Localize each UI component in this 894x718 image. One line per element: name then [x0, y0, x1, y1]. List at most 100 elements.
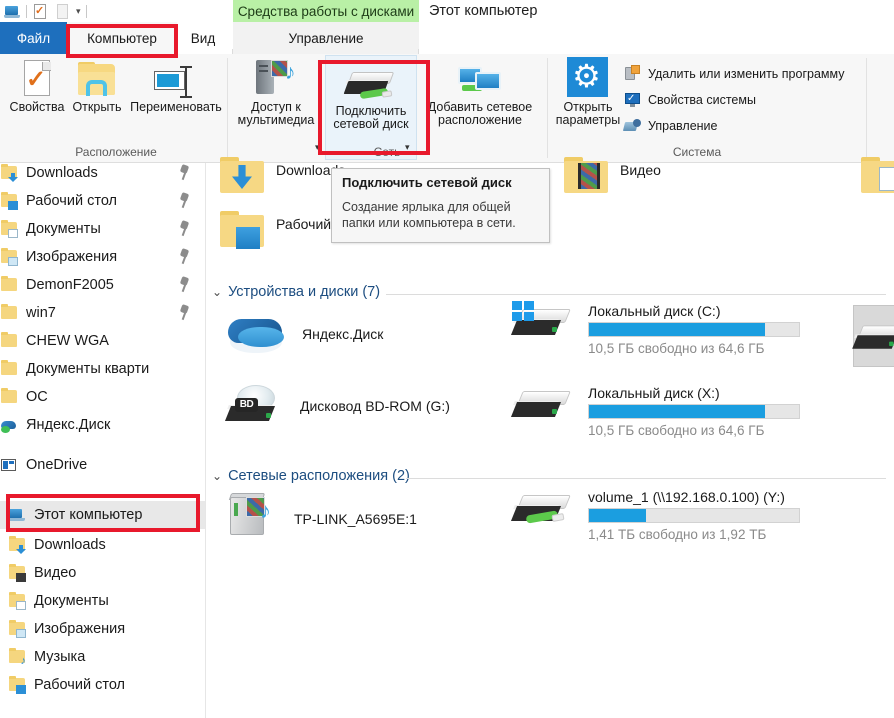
rename-button-label: Переименовать: [130, 100, 222, 114]
sidebar-item-downloads[interactable]: Downloads: [0, 531, 205, 559]
new-folder-icon[interactable]: [54, 3, 71, 20]
drive-name-label: Локальный диск (X:): [588, 385, 720, 401]
media-streaming-label-2: мультимедиа: [237, 113, 315, 127]
ribbon-group-divider: [227, 58, 228, 158]
properties-button[interactable]: ✓ Свойства: [6, 56, 68, 114]
drive-tile-yandex-disk[interactable]: Яндекс.Диск: [226, 313, 383, 357]
sidebar-label: Яндекс.Диск: [26, 417, 111, 433]
tab-computer[interactable]: Компьютер: [67, 22, 177, 54]
sidebar-item-desktop[interactable]: Рабочий стол: [0, 671, 205, 699]
windows-drive-icon: [510, 301, 574, 343]
documents-folder-icon: [8, 592, 26, 610]
sidebar-item-chew-wga[interactable]: CHEW WGA: [0, 327, 205, 355]
pin-icon[interactable]: [178, 192, 191, 209]
sidebar-item-videos[interactable]: Видео: [0, 559, 205, 587]
customize-caret-icon[interactable]: ▾: [76, 3, 81, 20]
pictures-folder-icon: [8, 620, 26, 638]
sidebar-item-documents[interactable]: Документы: [0, 587, 205, 615]
desktop-folder-icon: [0, 192, 18, 210]
media-streaming-button[interactable]: ♪ Доступ к мультимедиа: [232, 56, 320, 127]
open-button[interactable]: Открыть: [66, 56, 128, 114]
drive-usage-bar: [588, 404, 800, 419]
yandex-disk-icon: [0, 416, 18, 434]
sidebar-item-this-pc[interactable]: Этот компьютер: [0, 501, 205, 529]
sidebar-item-demonf2005[interactable]: DemonF2005: [0, 271, 205, 299]
pin-icon[interactable]: [178, 304, 191, 321]
content-item-videos[interactable]: Видео: [564, 157, 661, 195]
sidebar-label: DemonF2005: [26, 277, 114, 293]
sidebar-item-dokumenty-kvarti[interactable]: Документы кварти: [0, 355, 205, 383]
drive-free-space-label: 1,41 ТБ свободно из 1,92 ТБ: [588, 527, 767, 542]
network-tile-tplink[interactable]: ♪ TP-LINK_A5695E:1: [224, 491, 417, 541]
pin-icon[interactable]: [178, 220, 191, 237]
sidebar-item-onedrive[interactable]: OneDrive: [0, 451, 205, 479]
pin-icon[interactable]: [178, 276, 191, 293]
group-header-devices[interactable]: ⌄ Устройства и диски (7): [212, 284, 380, 300]
uninstall-program-label: Удалить или изменить программу: [648, 66, 845, 81]
sidebar-label: Downloads: [34, 537, 106, 553]
open-settings-button[interactable]: ⚙ Открыть параметры: [552, 56, 624, 127]
computer-management-item[interactable]: Управление: [622, 117, 718, 134]
group-header-label: Сетевые расположения (2): [228, 468, 410, 484]
sidebar-item-documents-qa[interactable]: Документы: [0, 215, 205, 243]
media-streaming-icon: ♪: [254, 58, 298, 98]
sidebar-item-pictures[interactable]: Изображения: [0, 615, 205, 643]
pictures-folder-icon: [0, 248, 18, 266]
chevron-down-icon[interactable]: ⌄: [212, 285, 222, 299]
sidebar-label: Изображения: [34, 621, 126, 637]
computer-management-icon: [622, 117, 641, 134]
group-rule: [386, 294, 886, 295]
drive-tile-local-c[interactable]: Локальный диск (C:) 10,5 ГБ свободно из …: [510, 301, 800, 356]
drive-tile-label: Яндекс.Диск: [302, 326, 384, 342]
content-item-label: Видео: [620, 162, 661, 178]
downloads-folder-icon: [220, 157, 266, 195]
open-settings-label-2: параметры: [555, 113, 621, 127]
add-network-location-button[interactable]: Добавить сетевое расположение: [419, 56, 541, 127]
folder-icon: [0, 304, 18, 322]
chevron-down-icon[interactable]: ⌄: [212, 469, 222, 483]
sidebar-label: Музыка: [34, 649, 86, 665]
bd-badge-label: BD: [235, 398, 258, 412]
rename-icon: [154, 66, 198, 98]
drive-tile-local-x[interactable]: Локальный диск (X:) 10,5 ГБ свободно из …: [510, 385, 800, 438]
tab-view[interactable]: Вид: [177, 22, 229, 54]
system-properties-item[interactable]: ✓ Свойства системы: [624, 91, 756, 108]
sidebar-label: ОС: [26, 389, 48, 405]
local-drive-icon: [510, 385, 574, 425]
documents-folder-icon: [861, 157, 894, 195]
contextual-tool-header: Средства работы с дисками: [233, 0, 419, 22]
sidebar-label: Изображения: [26, 249, 118, 265]
sidebar-item-yandex-disk[interactable]: Яндекс.Диск: [0, 411, 205, 439]
tab-manage[interactable]: Управление: [233, 22, 419, 54]
sidebar-item-pictures-qa[interactable]: Изображения: [0, 243, 205, 271]
sidebar-item-win7[interactable]: win7: [0, 299, 205, 327]
desktop-folder-icon: [8, 676, 26, 694]
this-pc-icon: [8, 506, 26, 524]
rename-button[interactable]: Переименовать: [126, 56, 226, 114]
computer-icon[interactable]: [4, 3, 21, 20]
drive-tile-selected-partial[interactable]: [852, 305, 894, 367]
sidebar-item-desktop-qa[interactable]: Рабочий стол: [0, 187, 205, 215]
sidebar-item-music[interactable]: ♪ Музыка: [0, 643, 205, 671]
onedrive-icon: [0, 456, 18, 474]
drive-tile-bd-rom[interactable]: BD Дисковод BD-ROM (G:): [224, 385, 450, 429]
pin-icon[interactable]: [178, 164, 191, 181]
uninstall-program-icon: [624, 65, 641, 82]
drive-free-space-label: 10,5 ГБ свободно из 64,6 ГБ: [588, 341, 765, 356]
network-tile-volume1[interactable]: volume_1 (\\192.168.0.100) (Y:) 1,41 ТБ …: [510, 489, 800, 542]
sidebar-item-os[interactable]: ОС: [0, 383, 205, 411]
properties-button-label: Свойства: [9, 100, 65, 114]
group-header-network[interactable]: ⌄ Сетевые расположения (2): [212, 468, 410, 484]
open-button-label: Открыть: [72, 100, 122, 114]
uninstall-program-item[interactable]: Удалить или изменить программу: [624, 65, 845, 82]
videos-folder-icon: [564, 157, 610, 195]
properties-check-icon[interactable]: ✓: [32, 3, 49, 20]
content-item-documents-partial[interactable]: [861, 157, 894, 195]
sidebar-item-downloads-qa[interactable]: Downloads: [0, 159, 205, 187]
sidebar-label: Документы кварти: [26, 361, 150, 377]
downloads-folder-icon: [0, 164, 18, 182]
documents-folder-icon: [0, 220, 18, 238]
tab-file[interactable]: Файл: [0, 22, 67, 54]
content-item-downloads[interactable]: Downloads: [220, 157, 345, 195]
pin-icon[interactable]: [178, 248, 191, 265]
